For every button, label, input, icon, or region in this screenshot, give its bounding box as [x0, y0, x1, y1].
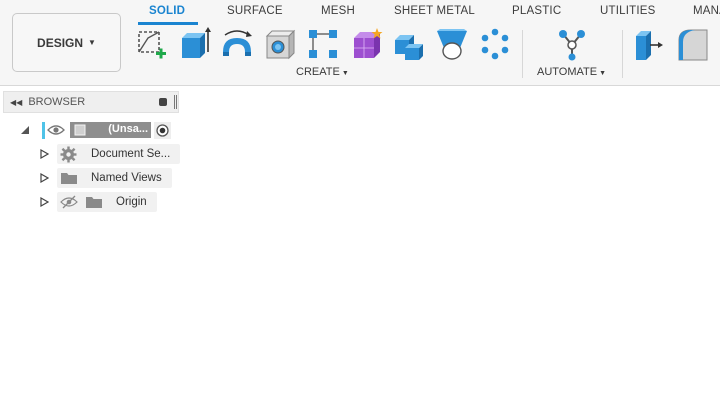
- caret-down-icon: ▼: [88, 38, 96, 47]
- tab-sheet-metal[interactable]: SHEET METAL: [394, 5, 475, 17]
- create-sketch-icon[interactable]: [134, 26, 170, 62]
- loft-icon[interactable]: [434, 26, 470, 62]
- activate-radio-icon[interactable]: [154, 122, 171, 139]
- create-group-dropdown[interactable]: CREATE ▼: [296, 66, 349, 78]
- group-separator: [622, 30, 623, 78]
- automate-icon[interactable]: [554, 26, 590, 62]
- tab-utilities[interactable]: UTILITIES: [600, 5, 655, 17]
- browser-title: BROWSER: [28, 96, 86, 108]
- eye-hidden-icon[interactable]: [60, 195, 78, 209]
- create-form-icon[interactable]: [348, 26, 384, 62]
- automate-group-label: AUTOMATE: [537, 66, 598, 78]
- rectangular-pattern-icon[interactable]: [305, 26, 341, 62]
- group-separator: [522, 30, 523, 78]
- expand-triangle-icon[interactable]: [39, 197, 49, 207]
- tab-manage[interactable]: MANA: [693, 5, 720, 17]
- browser-header: ◀◀ BROWSER: [3, 91, 179, 113]
- create-group-label: CREATE: [296, 66, 340, 78]
- press-pull-icon[interactable]: [632, 26, 668, 62]
- workspace-dropdown[interactable]: DESIGN ▼: [12, 13, 121, 72]
- toolbar: DESIGN ▼ SOLID SURFACE MESH SHEET METAL …: [0, 0, 720, 86]
- tab-surface[interactable]: SURFACE: [227, 5, 283, 17]
- tab-plastic[interactable]: PLASTIC: [512, 5, 561, 17]
- fillet-icon[interactable]: [675, 26, 711, 62]
- design-canvas[interactable]: [185, 90, 720, 406]
- circular-pattern-icon[interactable]: [477, 26, 513, 62]
- automate-group-dropdown[interactable]: AUTOMATE ▼: [537, 66, 606, 78]
- caret-down-icon: ▼: [341, 70, 349, 77]
- active-component-marker: [42, 122, 45, 139]
- gear-icon: [60, 146, 77, 163]
- folder-icon: [60, 171, 78, 185]
- tab-mesh[interactable]: MESH: [321, 5, 355, 17]
- tab-solid[interactable]: SOLID: [149, 5, 185, 17]
- root-component-label: (Unsa...: [108, 123, 148, 135]
- active-tab-indicator: [138, 22, 198, 25]
- extrude-icon[interactable]: [176, 26, 212, 62]
- browser-node-label: Document Se...: [91, 148, 171, 160]
- expand-triangle-icon[interactable]: [39, 173, 49, 183]
- browser-node-label: Named Views: [91, 172, 162, 184]
- visibility-eye-icon[interactable]: [47, 123, 65, 137]
- hole-icon[interactable]: [262, 26, 298, 62]
- collapse-panel-icon[interactable]: ◀◀: [10, 98, 22, 107]
- browser-node-label: Origin: [116, 196, 147, 208]
- combine-icon[interactable]: [391, 26, 427, 62]
- pin-icon[interactable]: [159, 98, 167, 106]
- expand-triangle-open-icon[interactable]: [20, 125, 30, 135]
- panel-resize-handle[interactable]: [174, 95, 177, 109]
- folder-icon: [85, 195, 103, 209]
- expand-triangle-icon[interactable]: [39, 149, 49, 159]
- workspace-label: DESIGN: [37, 35, 84, 50]
- revolve-icon[interactable]: [219, 26, 255, 62]
- caret-down-icon: ▼: [599, 70, 607, 77]
